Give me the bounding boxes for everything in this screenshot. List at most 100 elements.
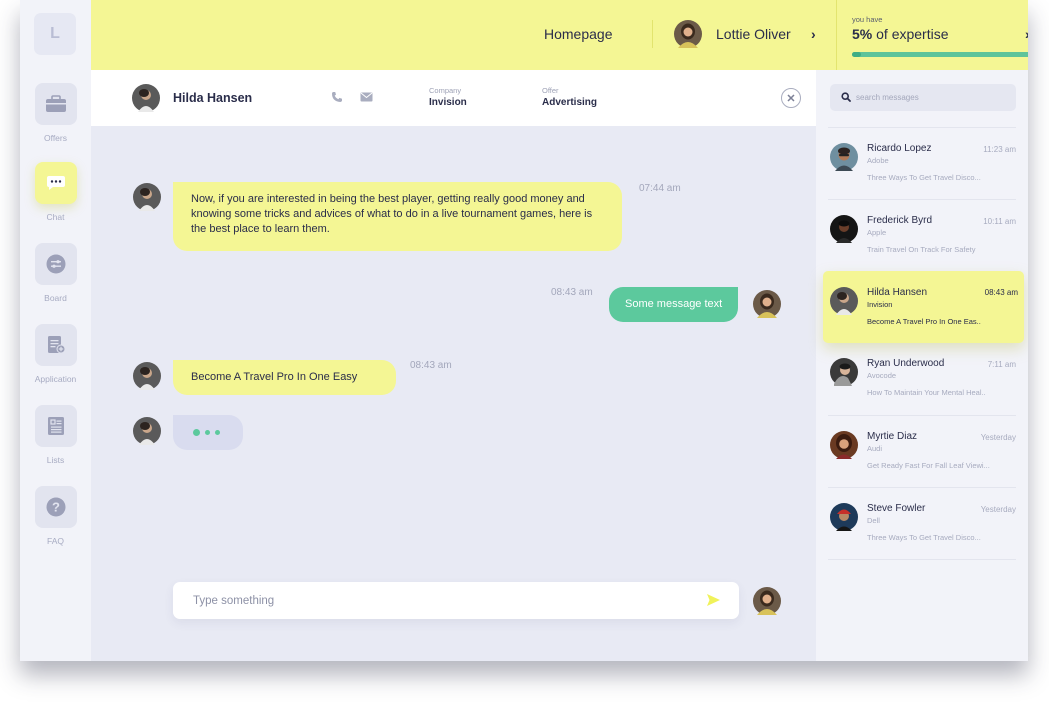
send-icon[interactable]: [706, 593, 721, 607]
conversation-time: 11:23 am: [983, 145, 1016, 154]
conversation-item-ricardo-lopez[interactable]: Ricardo Lopez 11:23 am Adobe Three Ways …: [828, 127, 1016, 199]
message-timestamp: 08:43 am: [551, 287, 593, 298]
conversation-company: Invision: [867, 300, 893, 309]
conversation-item-myrtie-diaz[interactable]: Myrtie Diaz Yesterday Audi Get Ready Fas…: [828, 415, 1016, 487]
mail-icon[interactable]: [360, 92, 373, 102]
expertise-summary: 5% of expertise: [852, 26, 949, 42]
chat-contact-name: Hilda Hansen: [173, 91, 253, 105]
topbar: Homepage Lottie Oliver › you have 5% of …: [91, 0, 1028, 70]
conversation-time: 08:43 am: [984, 288, 1018, 297]
sidebar-item-lists[interactable]: Lists: [20, 405, 91, 465]
conversation-item-frederick-byrd[interactable]: Frederick Byrd 10:11 am Apple Train Trav…: [828, 199, 1016, 271]
avatar[interactable]: [132, 84, 160, 112]
avatar: [830, 287, 858, 315]
conversation-panel: Ricardo Lopez 11:23 am Adobe Three Ways …: [816, 70, 1028, 661]
conversation-preview: Three Ways To Get Travel Disco...: [867, 533, 981, 542]
conversation-name: Ricardo Lopez: [867, 143, 932, 154]
message-timestamp: 08:43 am: [410, 360, 452, 371]
offer-value: Advertising: [542, 97, 598, 108]
sidebar: L Offers Chat Board Application Lists ? …: [20, 0, 91, 661]
avatar: [830, 431, 858, 459]
conversation-preview: Become A Travel Pro In One Eas..: [867, 317, 981, 326]
conversation-preview: Three Ways To Get Travel Disco...: [867, 173, 981, 182]
sidebar-item-label: Application: [34, 374, 77, 384]
company-label: Company: [429, 86, 462, 95]
list-divider: [828, 559, 1016, 560]
sidebar-item-label: FAQ: [46, 536, 64, 546]
current-user-name[interactable]: Lottie Oliver: [716, 26, 791, 42]
expertise-progress-fill: [852, 52, 862, 57]
conversation-time: Yesterday: [980, 505, 1016, 514]
list-document-icon: [34, 405, 77, 447]
conversation-name: Ryan Underwood: [867, 358, 945, 369]
typing-dot: [215, 430, 220, 435]
sidebar-item-board[interactable]: Board: [20, 243, 91, 303]
avatar[interactable]: [674, 20, 702, 48]
company-value: Invision: [429, 97, 467, 108]
conversation-item-hilda-hansen[interactable]: Hilda Hansen 08:43 am Invision Become A …: [823, 271, 1024, 343]
typing-dot: [205, 430, 210, 435]
offer-meta: Offer Advertising: [542, 86, 597, 108]
sidebar-item-faq[interactable]: ? FAQ: [20, 486, 91, 546]
conversation-time: 7:11 am: [987, 360, 1016, 369]
avatar: [133, 417, 161, 445]
document-add-icon: [34, 324, 77, 366]
chevron-right-icon[interactable]: ›: [811, 26, 816, 42]
phone-icon[interactable]: [331, 91, 343, 103]
message-composer: [173, 582, 739, 619]
sidebar-item-chat[interactable]: Chat: [20, 162, 91, 222]
company-meta: Company Invision: [429, 86, 467, 108]
message-bubble-incoming: Become A Travel Pro In One Easy: [173, 360, 396, 395]
search-input[interactable]: [856, 84, 1011, 111]
expertise-value: 5%: [852, 26, 873, 42]
sidebar-item-label: Lists: [46, 455, 65, 465]
sidebar-item-label: Offers: [44, 133, 67, 143]
typing-indicator: [173, 415, 243, 450]
expertise-progress-bar: [852, 52, 1028, 57]
expertise-text: of expertise: [876, 26, 949, 42]
avatar: [830, 143, 858, 171]
message-bubble-outgoing: Some message text: [609, 287, 739, 322]
conversation-name: Hilda Hansen: [867, 287, 928, 298]
offer-label: Offer: [542, 86, 559, 95]
chat-app-window: L Offers Chat Board Application Lists ? …: [20, 0, 1028, 661]
avatar: [830, 503, 858, 531]
conversation-company: Dell: [867, 516, 880, 525]
message-timestamp: 07:44 am: [639, 183, 681, 194]
conversation-name: Myrtie Diaz: [867, 431, 918, 442]
conversation-time: 10:11 am: [983, 217, 1016, 226]
conversation-preview: Train Travel On Track For Safety: [867, 245, 976, 254]
conversation-preview: Get Ready Fast For Fall Leaf Viewi...: [867, 461, 990, 470]
conversation-company: Avocode: [867, 371, 897, 380]
briefcase-icon: [34, 83, 77, 125]
close-chat-button[interactable]: ✕: [781, 88, 801, 108]
homepage-link[interactable]: Homepage: [544, 26, 613, 42]
conversation-item-ryan-underwood[interactable]: Ryan Underwood 7:11 am Avocode How To Ma…: [828, 343, 1016, 415]
sidebar-item-offers[interactable]: Offers: [20, 83, 91, 143]
avatar: [753, 587, 781, 615]
avatar: [830, 358, 858, 386]
sidebar-item-label: Chat: [46, 212, 65, 222]
app-logo[interactable]: L: [34, 13, 76, 55]
avatar: [830, 215, 858, 243]
topbar-divider: [836, 0, 837, 70]
close-icon: ✕: [786, 92, 796, 105]
topbar-divider: [652, 20, 653, 48]
avatar: [133, 183, 161, 211]
conversation-name: Steve Fowler: [867, 503, 926, 514]
question-icon: ?: [34, 486, 77, 528]
search-box: [830, 84, 1016, 111]
sidebar-item-application[interactable]: Application: [20, 324, 91, 384]
message-bubble-incoming: Now, if you are interested in being the …: [173, 182, 622, 251]
sidebar-item-label: Board: [44, 293, 67, 303]
expertise-caption: you have: [852, 15, 883, 24]
typing-dot: [193, 429, 200, 436]
conversation-company: Adobe: [867, 156, 889, 165]
avatar: [133, 362, 161, 390]
chevron-right-icon[interactable]: ›: [1025, 26, 1028, 42]
conversation-item-steve-fowler[interactable]: Steve Fowler Yesterday Dell Three Ways T…: [828, 487, 1016, 559]
conversation-company: Apple: [867, 228, 887, 237]
chat-bubble-icon: [34, 162, 77, 204]
conversation-preview: How To Maintain Your Mental Heal..: [867, 388, 986, 397]
message-input[interactable]: [173, 582, 693, 619]
